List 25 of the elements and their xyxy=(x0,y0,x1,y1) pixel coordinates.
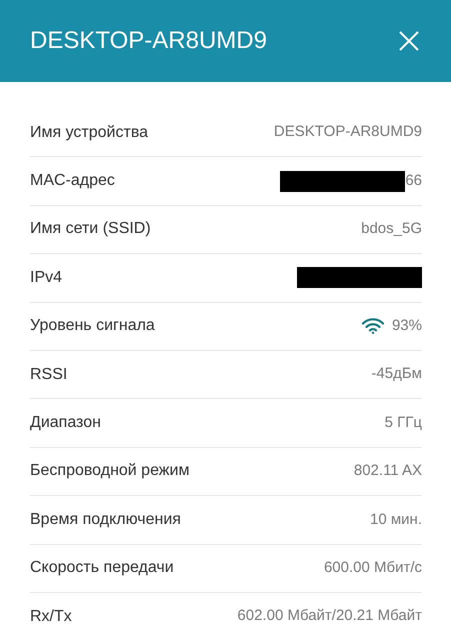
field-value: 5 ГГц xyxy=(384,412,422,433)
field-value: DESKTOP-AR8UMD9 xyxy=(274,122,422,142)
field-label: IPv4 xyxy=(30,268,62,288)
close-button[interactable] xyxy=(397,29,421,53)
field-value: 10 мин. xyxy=(370,510,422,530)
field-value: -45дБм xyxy=(371,364,422,384)
field-label: Имя устройства xyxy=(30,122,148,143)
close-icon xyxy=(399,31,419,51)
dialog-title: DESKTOP-AR8UMD9 xyxy=(30,26,267,56)
field-value: 602.00 Мбайт/20.21 Мбайт xyxy=(237,606,422,626)
field-value: 66 xyxy=(405,170,422,191)
field-label: Беспроводной режим xyxy=(30,461,190,482)
field-value: 600.00 Мбит/с xyxy=(324,558,422,578)
field-label: Диапазон xyxy=(30,413,101,434)
field-label: Имя сети (SSID) xyxy=(30,219,151,240)
field-label: RSSI xyxy=(30,364,68,385)
field-value: 93% xyxy=(392,316,422,336)
wifi-signal-icon xyxy=(362,318,384,334)
field-label: MAC-адрес xyxy=(30,171,115,192)
field-label: Время подключения xyxy=(30,510,181,530)
field-value: 802.11 AX xyxy=(354,461,422,482)
field-label: Rx/Tx xyxy=(30,606,72,627)
field-label: Уровень сигнала xyxy=(30,316,155,336)
field-value: bdos_5G xyxy=(361,219,422,240)
field-label: Скорость передачи xyxy=(30,558,174,578)
